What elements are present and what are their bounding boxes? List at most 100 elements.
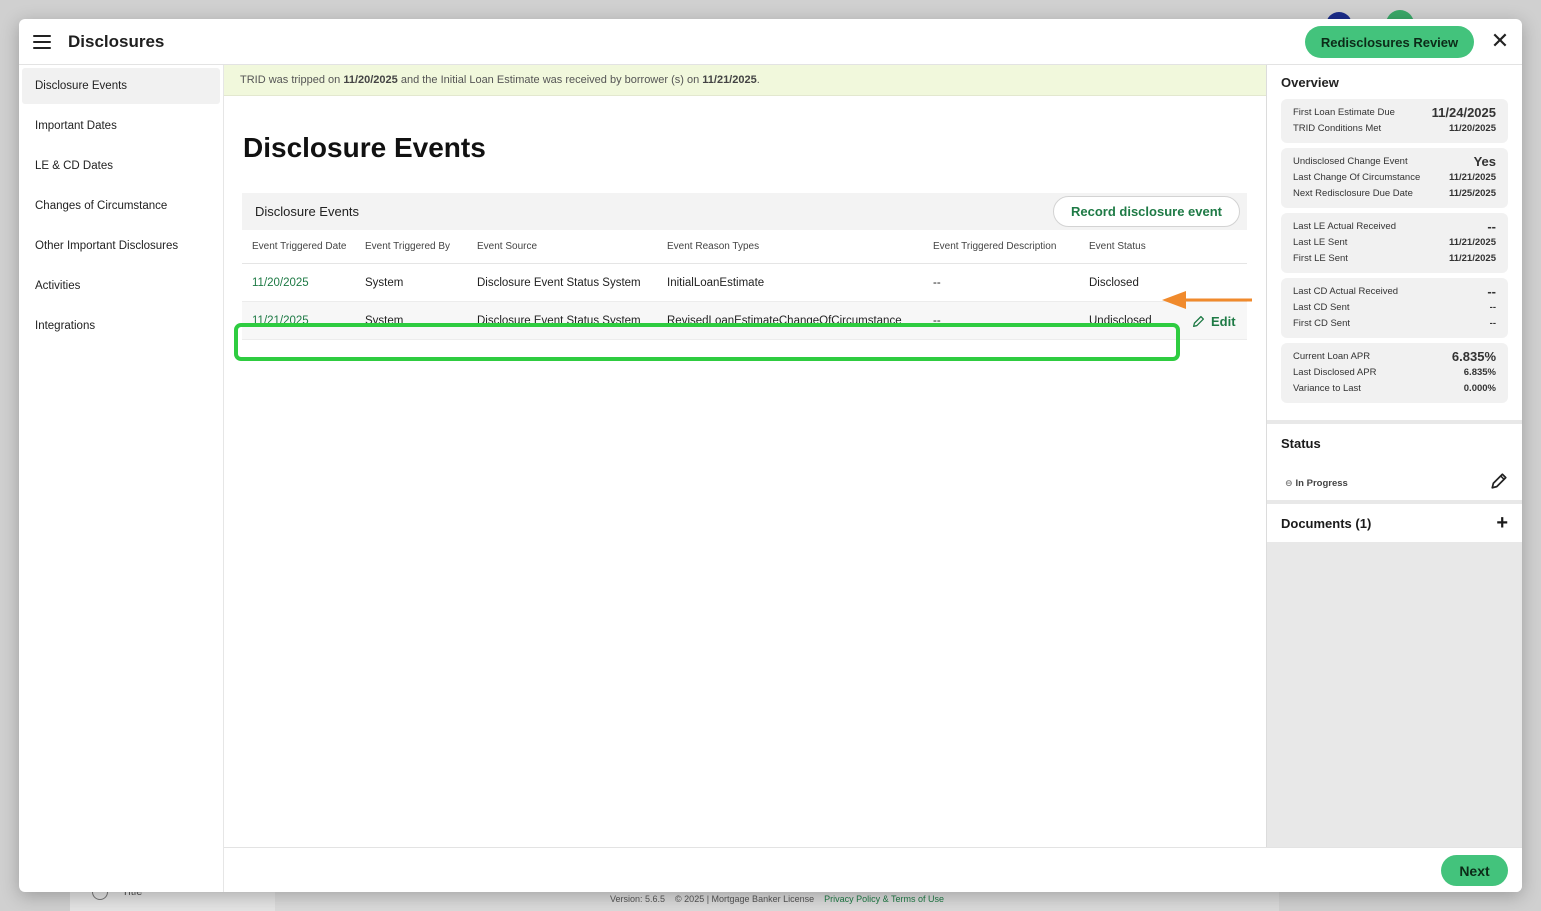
overview-label: First LE Sent (1293, 253, 1348, 264)
status-text: In Progress (1295, 478, 1348, 489)
modal-header: Disclosures Redisclosures Review ✕ (19, 19, 1522, 65)
overview-label: First CD Sent (1293, 318, 1351, 329)
overview-section: Overview First Loan Estimate Due 11/24/20… (1267, 65, 1522, 420)
status-cell: Disclosed (1089, 276, 1139, 289)
column-header[interactable]: Event Triggered Description (933, 241, 1089, 252)
arrow-annotation-icon (1162, 291, 1252, 309)
in-progress-icon: ⊖ (1285, 478, 1293, 488)
table-header-bar: Disclosure Events Record disclosure even… (242, 193, 1247, 230)
page-title: Disclosure Events (243, 132, 486, 163)
pencil-icon (1192, 315, 1205, 327)
table-cell: -- (933, 276, 941, 289)
overview-value: 11/20/2025 (1448, 123, 1496, 134)
overview-label: Last LE Actual Received (1293, 221, 1396, 232)
table-row[interactable]: 11/20/2025 System Disclosure Event Statu… (242, 264, 1247, 302)
table-row[interactable]: 11/21/2025 System Disclosure Event Statu… (242, 302, 1247, 340)
left-nav: Disclosure Events Important Dates LE & C… (19, 65, 224, 892)
event-date-link[interactable]: 11/21/2025 (252, 315, 309, 327)
footer-version: Version: 5.6.5 (610, 893, 666, 904)
status-cell: Undisclosed (1089, 314, 1152, 327)
overview-label: Last Change Of Circumstance (1293, 172, 1421, 183)
nav-item-changes-of-circumstance[interactable]: Changes of Circumstance (22, 188, 220, 224)
overview-card: Last CD Actual Received -- Last CD Sent --… (1281, 278, 1508, 338)
modal-title: Disclosures (68, 31, 165, 51)
overview-value: -- (1489, 302, 1496, 313)
overview-label: Last LE Sent (1293, 237, 1348, 248)
table-cell: Disclosure Event Status System (477, 276, 641, 289)
nav-item-disclosure-events[interactable]: Disclosure Events (22, 68, 220, 104)
overview-card: Undisclosed Change Event Yes Last Change … (1281, 148, 1508, 208)
column-header[interactable]: Event Source (477, 241, 667, 252)
overview-value: 6.835% (1451, 349, 1496, 364)
banner-text: . (756, 74, 760, 86)
overview-card: Last LE Actual Received -- Last LE Sent 11… (1281, 213, 1508, 273)
nav-item-other-important-disclosures[interactable]: Other Important Disclosures (22, 228, 220, 264)
right-sidebar: Overview First Loan Estimate Due 11/24/20… (1266, 65, 1522, 847)
redisclosures-review-button[interactable]: Redisclosures Review (1305, 26, 1474, 58)
overview-label: Last Disclosed APR (1293, 367, 1377, 378)
column-header[interactable]: Event Status (1089, 241, 1179, 252)
table-cell: -- (933, 314, 941, 327)
overview-value: 11/24/2025 (1431, 105, 1496, 120)
overview-value: Yes (1473, 154, 1496, 169)
nav-item-activities[interactable]: Activities (22, 268, 220, 304)
banner-text: TRID was tripped on (240, 74, 344, 86)
record-disclosure-event-button[interactable]: Record disclosure event (1053, 196, 1240, 227)
column-header[interactable]: Event Triggered By (365, 241, 477, 252)
banner-date-tripped: 11/20/2025 (343, 74, 398, 86)
overview-label: Current Loan APR (1293, 351, 1371, 362)
overview-value: -- (1487, 284, 1496, 299)
modal-footer: Next (224, 847, 1522, 892)
overview-label: Last CD Actual Received (1293, 286, 1399, 297)
table-cell: Disclosure Event Status System (477, 314, 641, 327)
nav-item-important-dates[interactable]: Important Dates (22, 108, 220, 144)
overview-label: TRID Conditions Met (1293, 123, 1382, 134)
overview-label: Variance to Last (1293, 383, 1361, 394)
disclosures-modal: Disclosures Redisclosures Review ✕ Discl… (19, 19, 1522, 892)
edit-status-pencil-icon[interactable] (1490, 472, 1508, 490)
overview-card: First Loan Estimate Due 11/24/2025 TRID C… (1281, 99, 1508, 143)
table-cell: System (365, 314, 404, 327)
overview-card: Current Loan APR 6.835% Last Disclosed AP… (1281, 343, 1508, 403)
edit-label: Edit (1211, 313, 1236, 329)
overview-label: Next Redisclosure Due Date (1293, 188, 1413, 199)
disclosure-events-table: Disclosure Events Record disclosure even… (242, 193, 1247, 340)
overview-value: 11/21/2025 (1448, 172, 1496, 183)
table-cell: RevisedLoanEstimateChangeOfCircumstance (667, 314, 902, 327)
overview-value: -- (1489, 318, 1496, 329)
documents-section: Documents (1) + (1267, 504, 1522, 542)
overview-value: -- (1487, 219, 1496, 234)
menu-icon[interactable] (33, 34, 51, 49)
overview-label: Last CD Sent (1293, 302, 1350, 313)
main-content: TRID was tripped on 11/20/2025 and the I… (224, 65, 1266, 847)
footer-privacy-link: Privacy Policy & Terms of Use (824, 893, 944, 904)
status-value: ⊖ In Progress (1285, 478, 1348, 489)
overview-value: 0.000% (1463, 383, 1496, 394)
overview-value: 11/21/2025 (1448, 237, 1496, 248)
banner-date-received: 11/21/2025 (702, 74, 757, 86)
table-column-headers: Event Triggered Date Event Triggered By … (242, 230, 1247, 264)
event-date-link[interactable]: 11/20/2025 (252, 277, 309, 289)
table-cell: InitialLoanEstimate (667, 276, 765, 289)
column-header[interactable]: Event Reason Types (667, 241, 933, 252)
status-title: Status (1281, 436, 1321, 451)
overview-value: 11/21/2025 (1448, 253, 1496, 264)
trid-banner: TRID was tripped on 11/20/2025 and the I… (224, 65, 1266, 96)
footer-copyright: © 2025 | Mortgage Banker License (675, 893, 815, 904)
documents-title[interactable]: Documents (1) (1281, 516, 1371, 531)
add-document-plus-icon[interactable]: + (1496, 513, 1508, 533)
overview-label: First Loan Estimate Due (1293, 107, 1395, 118)
overview-title: Overview (1281, 75, 1339, 90)
column-header[interactable]: Event Triggered Date (242, 241, 365, 252)
table-title: Disclosure Events (255, 204, 360, 219)
close-icon[interactable]: ✕ (1489, 30, 1511, 52)
overview-value: 11/25/2025 (1448, 188, 1496, 199)
nav-item-le-cd-dates[interactable]: LE & CD Dates (22, 148, 220, 184)
overview-value: 6.835% (1463, 367, 1496, 378)
overview-label: Undisclosed Change Event (1293, 156, 1408, 167)
banner-text: and the Initial Loan Estimate was receiv… (397, 74, 703, 86)
table-cell: System (365, 276, 404, 289)
status-section: Status ⊖ In Progress (1267, 424, 1522, 500)
next-button[interactable]: Next (1441, 855, 1508, 886)
nav-item-integrations[interactable]: Integrations (22, 308, 220, 344)
